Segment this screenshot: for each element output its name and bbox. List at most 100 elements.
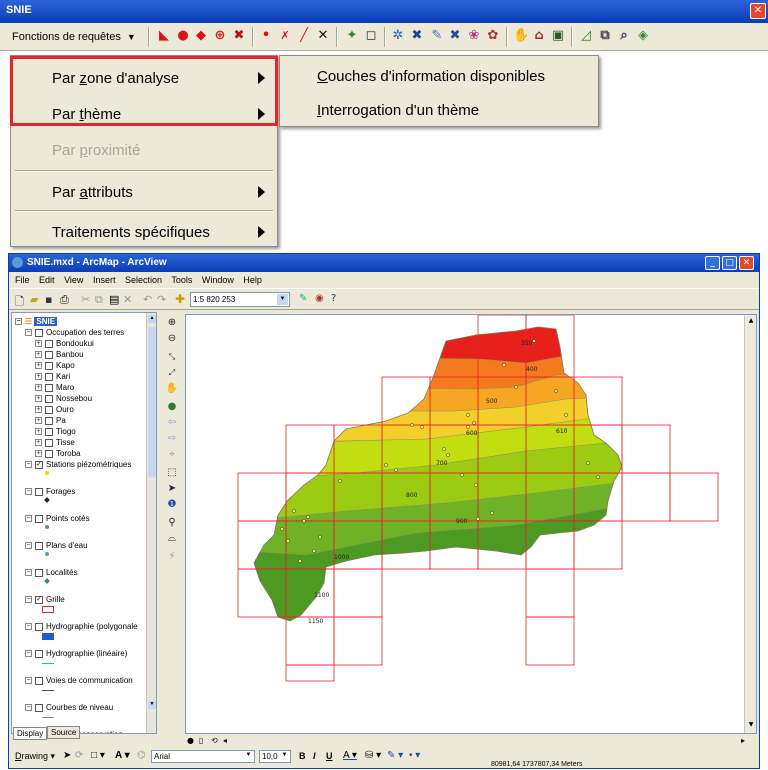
marker-color-icon[interactable]: • ▾ xyxy=(409,750,420,761)
whats-this-icon[interactable]: ? xyxy=(331,293,336,304)
select-elements-icon[interactable]: ⌖ xyxy=(165,448,179,462)
scroll-thumb[interactable] xyxy=(148,327,156,477)
pan-icon[interactable]: ✋ xyxy=(165,382,179,396)
layer-checkbox[interactable] xyxy=(35,649,43,658)
scroll-up-icon[interactable]: ▲ xyxy=(148,315,156,323)
collapse-icon[interactable]: − xyxy=(25,650,32,658)
toc-layer[interactable]: − Hydrographie (polygonale xyxy=(25,621,138,632)
refresh-icon[interactable]: ⟲ xyxy=(211,736,218,745)
editor-icon[interactable]: ✎ xyxy=(299,293,307,304)
flower-icon[interactable]: ❀ xyxy=(467,29,481,43)
layer-checkbox[interactable] xyxy=(45,372,53,381)
expand-icon[interactable]: + xyxy=(35,395,42,403)
expand-icon[interactable]: + xyxy=(35,373,42,381)
pencil-icon[interactable]: ✎ xyxy=(430,29,444,43)
scroll-down-icon[interactable]: ▼ xyxy=(148,701,156,709)
layer-checkbox[interactable] xyxy=(45,405,53,414)
full-extent-icon[interactable]: ● xyxy=(165,400,179,414)
pointer-icon[interactable]: ➤ xyxy=(165,482,179,496)
collapse-icon[interactable]: − xyxy=(25,488,32,496)
toc-layer[interactable]: − Points cotés xyxy=(25,513,90,524)
layer-checkbox[interactable] xyxy=(45,350,53,359)
find-icon[interactable]: ⚲ xyxy=(165,516,179,530)
measure-icon[interactable]: ⌓ xyxy=(165,532,179,546)
collapse-icon[interactable]: − xyxy=(25,623,32,631)
open-icon[interactable]: ▰ xyxy=(30,293,38,306)
layer-checkbox[interactable]: ✓ xyxy=(35,595,43,604)
toc-sublayer[interactable]: + Tisse xyxy=(35,437,75,448)
clear-line-icon[interactable]: ✕ xyxy=(316,29,330,43)
toc-sublayer[interactable]: + Pa xyxy=(35,415,66,426)
network-icon[interactable]: ✲ xyxy=(391,29,405,43)
menu-edit[interactable]: Edit xyxy=(39,275,55,285)
zoom-in-icon[interactable]: ⊕ xyxy=(165,316,179,330)
copy-icon[interactable]: ⧉ xyxy=(598,29,612,43)
layer-checkbox[interactable] xyxy=(45,339,53,348)
toc-root[interactable]: − ☰ SNIE xyxy=(15,316,58,327)
tab-display[interactable]: Display xyxy=(13,727,48,740)
toc-layer[interactable]: − ✓ Stations piézométriques xyxy=(25,459,131,470)
layer-checkbox[interactable] xyxy=(35,541,43,550)
identify-icon[interactable]: ❶ xyxy=(165,498,179,512)
polygon-select-icon[interactable]: ◆ xyxy=(194,29,208,43)
layer-checkbox[interactable] xyxy=(45,427,53,436)
expand-icon[interactable]: + xyxy=(35,351,42,359)
paste-icon[interactable]: ▤ xyxy=(109,293,119,306)
menu-tools[interactable]: Tools xyxy=(171,275,192,285)
expand-icon[interactable]: + xyxy=(35,384,42,392)
frame-icon[interactable]: ◻ xyxy=(364,29,378,43)
collapse-icon[interactable]: − xyxy=(25,542,32,550)
toc-sublayer[interactable]: + Ouro xyxy=(35,404,74,415)
layer-checkbox[interactable]: ✓ xyxy=(35,460,43,469)
layer-checkbox[interactable] xyxy=(45,394,53,403)
toc-sublayer[interactable]: + Banbou xyxy=(35,349,84,360)
layer-add-icon[interactable]: ✦ xyxy=(345,29,359,43)
layer-checkbox[interactable] xyxy=(45,438,53,447)
print-icon[interactable]: ⎙ xyxy=(60,293,69,307)
layer-checkbox[interactable] xyxy=(45,416,53,425)
point-icon[interactable]: • xyxy=(259,29,273,43)
layout-view-icon[interactable]: ▯ xyxy=(199,736,203,745)
toc-layer[interactable]: − Hydrographie (linéaire) xyxy=(25,648,127,659)
expand-icon[interactable]: + xyxy=(35,417,42,425)
tab-source[interactable]: Source xyxy=(47,726,81,739)
collapse-icon[interactable]: − xyxy=(25,596,32,604)
forward-icon[interactable]: ⇨ xyxy=(165,432,179,446)
menu-help[interactable]: Help xyxy=(243,275,262,285)
map-scrollbar[interactable]: ▲ ▼ xyxy=(744,315,756,733)
toc-sublayer[interactable]: + Tiogo xyxy=(35,426,76,437)
minimize-icon[interactable]: _ xyxy=(705,256,720,270)
map-view[interactable]: 350 400 500 600 610 700 800 900 1000 1100 1150 ▲ ▼ xyxy=(185,314,757,734)
line-color-icon[interactable]: ✎ ▾ xyxy=(387,750,403,761)
menu-file[interactable]: File xyxy=(15,275,30,285)
toc-sublayer[interactable]: + Kari xyxy=(35,371,70,382)
menu-item-traitements[interactable]: Traitements spécifiques xyxy=(11,212,277,250)
menu-window[interactable]: Window xyxy=(202,275,234,285)
chart-icon[interactable]: ◿ xyxy=(579,29,593,43)
arctoolbox-icon[interactable]: ◉ xyxy=(315,293,324,304)
layer-checkbox[interactable] xyxy=(35,514,43,523)
circle-select-icon[interactable]: ● xyxy=(176,29,190,43)
scroll-left-icon[interactable]: ◂ xyxy=(223,736,227,745)
fill-color-icon[interactable]: ⛁ ▾ xyxy=(365,750,381,761)
italic-button[interactable]: I xyxy=(313,751,316,761)
toc-group[interactable]: − Occupation des terres xyxy=(25,327,124,338)
layer-checkbox[interactable] xyxy=(35,703,43,712)
toc-layer[interactable]: − ✓ Grille xyxy=(25,594,65,605)
toc-layer[interactable]: − Forages xyxy=(25,486,75,497)
close-icon[interactable]: ✕ xyxy=(739,256,754,270)
toc-layer[interactable]: − Plans d'eau xyxy=(25,540,88,551)
line-icon[interactable]: ╱ xyxy=(297,29,311,43)
submenu-item-couches[interactable]: Couches d'information disponibles xyxy=(280,58,598,92)
export-icon[interactable]: ◈ xyxy=(636,29,650,43)
menu-selection[interactable]: Selection xyxy=(125,275,162,285)
zoom-select-icon[interactable]: ⊕ xyxy=(213,29,227,43)
expand-icon[interactable]: + xyxy=(35,450,42,458)
toc-sublayer[interactable]: + Toroba xyxy=(35,448,80,459)
flower-clear-icon[interactable]: ✿ xyxy=(486,29,500,43)
scroll-right-icon[interactable]: ▸ xyxy=(741,736,745,745)
layer-checkbox[interactable] xyxy=(45,449,53,458)
toc-layer[interactable]: − Voies de communication xyxy=(25,675,133,686)
select-zone-icon[interactable]: ◣ xyxy=(157,29,171,43)
layer-checkbox[interactable] xyxy=(45,383,53,392)
